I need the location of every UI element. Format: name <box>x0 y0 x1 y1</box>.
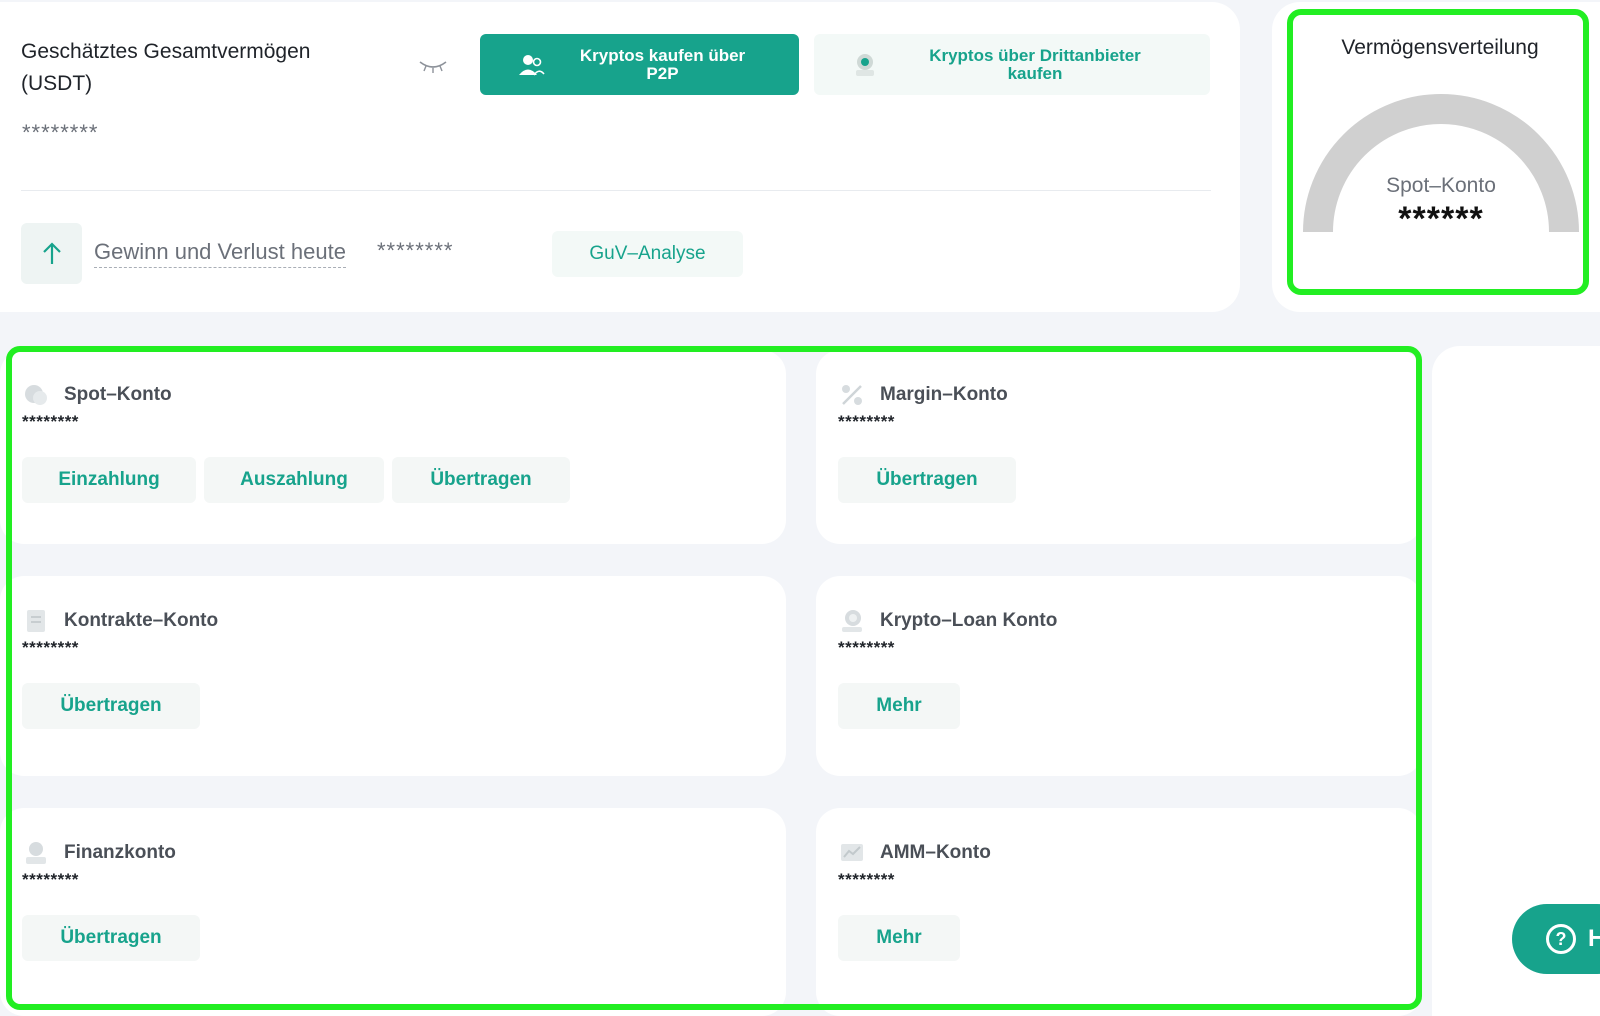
account-name: Finanzkonto <box>64 842 176 863</box>
transfer-button[interactable]: Übertragen <box>22 915 200 961</box>
transfer-button[interactable]: Übertragen <box>838 457 1016 503</box>
loan-icon <box>842 610 862 632</box>
users-icon <box>519 54 545 75</box>
finance-icon <box>26 842 46 864</box>
transfer-button[interactable]: Übertragen <box>22 683 200 729</box>
margin-account-card: Margin–Konto ******** Übertragen <box>816 350 1422 544</box>
help-icon: ? <box>1546 924 1576 954</box>
transfer-button[interactable]: Übertragen <box>392 457 570 503</box>
pnl-trend-badge <box>21 223 82 284</box>
total-assets-value: ******** <box>22 120 99 145</box>
more-button[interactable]: Mehr <box>838 683 960 729</box>
finance-account-card: Finanzkonto ******** Übertragen <box>0 808 786 1016</box>
help-button[interactable]: ? H <box>1512 904 1600 974</box>
contracts-account-card: Kontrakte–Konto ******** Übertragen <box>0 576 786 776</box>
account-name: Margin–Konto <box>880 384 1008 405</box>
account-balance: ******** <box>22 870 79 889</box>
withdraw-button[interactable]: Auszahlung <box>204 457 384 503</box>
coins-icon <box>25 385 47 405</box>
asset-overview-panel: Geschätztes Gesamtvermögen (USDT) ******… <box>0 2 1240 312</box>
wallet-icon <box>856 53 874 76</box>
crypto-loan-account-card: Krypto–Loan Konto ******** Mehr <box>816 576 1422 776</box>
account-balance: ******** <box>22 638 79 657</box>
spot-account-card: Spot–Konto ******** Einzahlung Auszahlun… <box>0 350 786 544</box>
pnl-today-label[interactable]: Gewinn und Verlust heute <box>94 239 346 268</box>
hide-balance-icon[interactable] <box>418 58 448 74</box>
arrow-up-icon <box>42 241 61 264</box>
account-balance: ******** <box>22 412 79 431</box>
buy-crypto-p2p-button[interactable]: Kryptos kaufen über P2P <box>480 34 799 95</box>
total-assets-title: Geschätztes Gesamtvermögen (USDT) <box>21 40 311 95</box>
amm-account-card: AMM–Konto ******** Mehr <box>816 808 1422 1016</box>
account-name: Krypto–Loan Konto <box>880 610 1058 631</box>
gauge-value: ****** <box>1398 200 1484 238</box>
percent-icon <box>842 385 862 405</box>
account-balance: ******** <box>838 870 895 889</box>
gauge-label: Spot–Konto <box>1386 174 1496 197</box>
distribution-title: Vermögensverteilung <box>1341 36 1539 59</box>
account-balance: ******** <box>838 638 895 657</box>
account-balance: ******** <box>838 412 895 431</box>
divider <box>21 190 1211 191</box>
chart-icon <box>841 844 863 861</box>
more-button[interactable]: Mehr <box>838 915 960 961</box>
pnl-today-value: ******** <box>377 238 454 263</box>
buy-crypto-thirdparty-button[interactable]: Kryptos über Drittanbieter kaufen <box>814 34 1210 95</box>
account-name: Spot–Konto <box>64 384 172 405</box>
account-name: AMM–Konto <box>880 842 991 863</box>
document-icon <box>27 610 45 632</box>
account-name: Kontrakte–Konto <box>64 610 219 631</box>
pnl-analysis-button[interactable]: GuV–Analyse <box>552 231 743 277</box>
deposit-button[interactable]: Einzahlung <box>22 457 196 503</box>
